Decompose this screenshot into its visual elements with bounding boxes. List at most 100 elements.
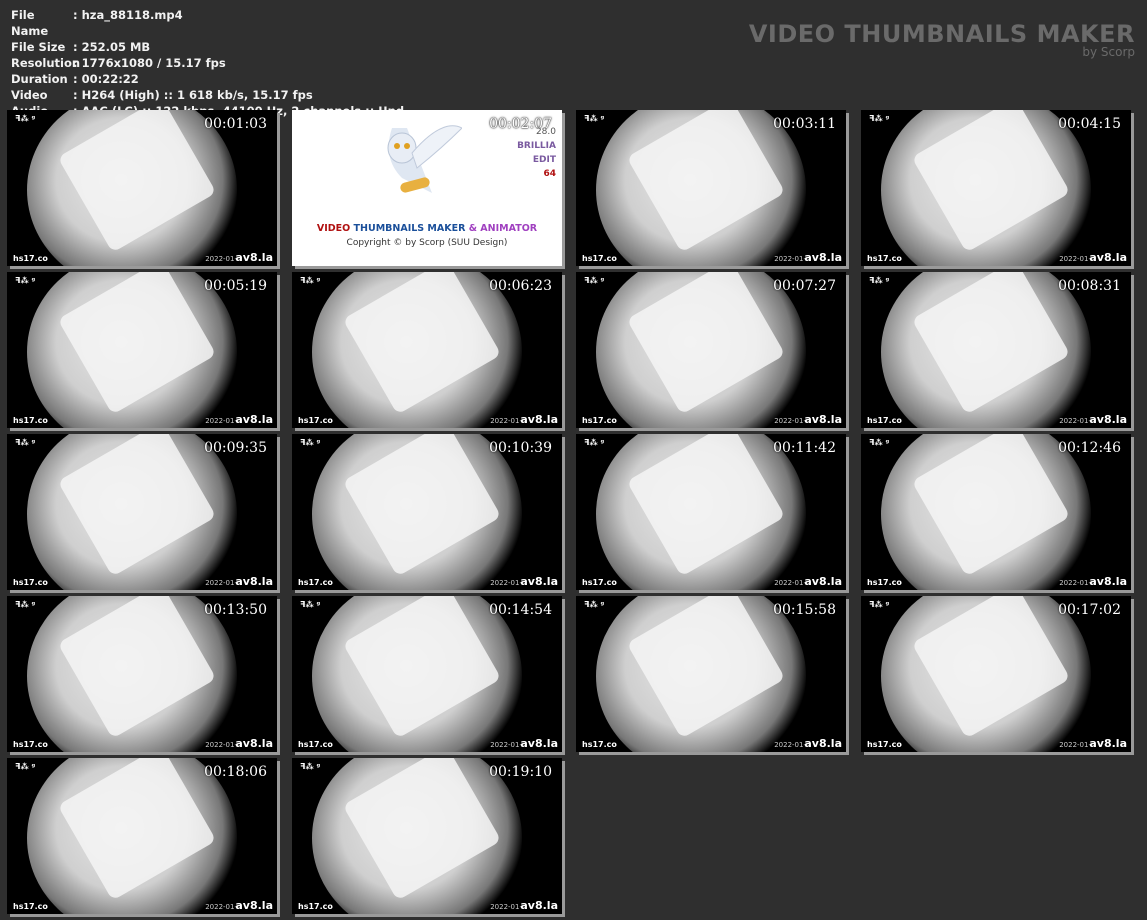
date-overlay: 2022-01- <box>1059 255 1091 263</box>
info-label: File Name <box>11 8 49 38</box>
product-name: VIDEO THUMBNAILS MAKER & ANIMATOR <box>316 223 538 234</box>
watermark-right: av8.la <box>804 251 842 264</box>
watermark-right: av8.la <box>235 737 273 750</box>
edition-text-2: EDIT <box>532 155 556 165</box>
timestamp: 00:17:02 <box>1058 602 1121 618</box>
channel-logo: ꟻ⁂ ᵍ <box>15 276 36 285</box>
watermark-left: hs17.co <box>867 578 902 587</box>
watermark-left: hs17.co <box>13 902 48 911</box>
channel-logo: ꟻ⁂ ᵍ <box>15 438 36 447</box>
edition-info: 28.0 BRILLIA EDIT 64 <box>517 125 556 181</box>
date-overlay: 2022-01- <box>774 417 806 425</box>
watermark-left: hs17.co <box>867 254 902 263</box>
watermark-left: hs17.co <box>298 416 333 425</box>
watermark-right: av8.la <box>804 413 842 426</box>
timestamp: 00:04:15 <box>1058 116 1121 132</box>
video-thumbnail: ꟻ⁂ ᵍ 00:05:19 hs17.co 2022-01- av8.la <box>7 272 277 428</box>
timestamp: 00:13:50 <box>204 602 267 618</box>
date-overlay: 2022-01- <box>205 255 237 263</box>
watermark-left: hs17.co <box>582 578 617 587</box>
timestamp: 00:18:06 <box>204 764 267 780</box>
channel-logo: ꟻ⁂ ᵍ <box>869 438 890 447</box>
video-thumbnail: ꟻ⁂ ᵍ 00:09:35 hs17.co 2022-01- av8.la <box>7 434 277 590</box>
info-label: Duration <box>11 72 68 86</box>
watermark-right: av8.la <box>520 899 558 912</box>
video-thumbnail: ꟻ⁂ ᵍ 00:18:06 hs17.co 2022-01- av8.la <box>7 758 277 914</box>
info-value: : 00:22:22 <box>73 72 139 86</box>
video-thumbnail: ꟻ⁂ ᵍ 00:08:31 hs17.co 2022-01- av8.la <box>861 272 1131 428</box>
date-overlay: 2022-01- <box>1059 417 1091 425</box>
info-row: Duration : 00:22:22 <box>11 71 404 87</box>
date-overlay: 2022-01- <box>490 417 522 425</box>
info-value: : H264 (High) :: 1 618 kb/s, 15.17 fps <box>73 88 313 102</box>
date-overlay: 2022-01- <box>774 741 806 749</box>
video-thumbnail: ꟻ⁂ ᵍ 00:11:42 hs17.co 2022-01- av8.la <box>576 434 846 590</box>
owl-logo-icon <box>387 125 462 193</box>
watermark-left: hs17.co <box>13 578 48 587</box>
timestamp: 00:05:19 <box>204 278 267 294</box>
watermark-left: hs17.co <box>298 578 333 587</box>
watermark-right: av8.la <box>520 737 558 750</box>
video-thumbnail: ꟻ⁂ ᵍ 00:13:50 hs17.co 2022-01- av8.la <box>7 596 277 752</box>
timestamp: 00:09:35 <box>204 440 267 456</box>
watermark-right: av8.la <box>1089 413 1127 426</box>
info-row: File Size: 252.05 MB <box>11 39 404 55</box>
watermark-right: av8.la <box>235 413 273 426</box>
watermark-right: av8.la <box>1089 737 1127 750</box>
channel-logo: ꟻ⁂ ᵍ <box>300 438 321 447</box>
video-thumbnail: ꟻ⁂ ᵍ 00:07:27 hs17.co 2022-01- av8.la <box>576 272 846 428</box>
video-thumbnail: ꟻ⁂ ᵍ 00:03:11 hs17.co 2022-01- av8.la <box>576 110 846 266</box>
date-overlay: 2022-01- <box>205 579 237 587</box>
channel-logo: ꟻ⁂ ᵍ <box>584 276 605 285</box>
video-thumbnail: ꟻ⁂ ᵍ 00:15:58 hs17.co 2022-01- av8.la <box>576 596 846 752</box>
info-label: Video <box>11 88 48 102</box>
watermark-left: hs17.co <box>298 902 333 911</box>
timestamp: 00:03:11 <box>773 116 836 132</box>
timestamp: 00:12:46 <box>1058 440 1121 456</box>
timestamp: 00:08:31 <box>1058 278 1121 294</box>
info-value: : 1776x1080 / 15.17 fps <box>73 56 226 70</box>
timestamp: 00:19:10 <box>489 764 552 780</box>
channel-logo: ꟻ⁂ ᵍ <box>300 276 321 285</box>
watermark-right: av8.la <box>804 737 842 750</box>
timestamp: 00:11:42 <box>773 440 836 456</box>
watermark-right: av8.la <box>1089 575 1127 588</box>
date-overlay: 2022-01- <box>205 417 237 425</box>
brand-title: VIDEO THUMBNAILS MAKER <box>748 20 1135 48</box>
timestamp: 00:07:27 <box>773 278 836 294</box>
watermark-left: hs17.co <box>298 740 333 749</box>
bits-text: 64 <box>543 169 556 179</box>
watermark-right: av8.la <box>235 251 273 264</box>
video-thumbnail: ꟻ⁂ ᵍ 00:17:02 hs17.co 2022-01- av8.la <box>861 596 1131 752</box>
watermark-right: av8.la <box>520 413 558 426</box>
channel-logo: ꟻ⁂ ᵍ <box>584 600 605 609</box>
video-thumbnail: ꟻ⁂ ᵍ 00:19:10 hs17.co 2022-01- av8.la <box>292 758 562 914</box>
channel-logo: ꟻ⁂ ᵍ <box>300 600 321 609</box>
watermark-left: hs17.co <box>13 416 48 425</box>
video-thumbnail: ꟻ⁂ ᵍ 00:12:46 hs17.co 2022-01- av8.la <box>861 434 1131 590</box>
watermark-left: hs17.co <box>582 740 617 749</box>
channel-logo: ꟻ⁂ ᵍ <box>869 114 890 123</box>
channel-logo: ꟻ⁂ ᵍ <box>300 762 321 771</box>
copyright: Copyright © by Scorp (SUU Design) <box>346 238 508 248</box>
channel-logo: ꟻ⁂ ᵍ <box>869 600 890 609</box>
watermark-left: hs17.co <box>582 416 617 425</box>
info-label: File Size <box>11 40 66 54</box>
info-row: Resolution: 1776x1080 / 15.17 fps <box>11 55 404 71</box>
timestamp: 00:01:03 <box>204 116 267 132</box>
timestamp: 00:15:58 <box>773 602 836 618</box>
watermark-left: hs17.co <box>13 254 48 263</box>
channel-logo: ꟻ⁂ ᵍ <box>869 276 890 285</box>
file-info: File Name: hza_88118.mp4 File Size: 252.0… <box>11 7 404 119</box>
watermark-right: av8.la <box>235 899 273 912</box>
timestamp: 00:06:23 <box>489 278 552 294</box>
info-label: Resolution <box>11 56 81 70</box>
timestamp: 00:14:54 <box>489 602 552 618</box>
channel-logo: ꟻ⁂ ᵍ <box>15 114 36 123</box>
video-thumbnail: ꟻ⁂ ᵍ 00:10:39 hs17.co 2022-01- av8.la <box>292 434 562 590</box>
timestamp: 00:10:39 <box>489 440 552 456</box>
info-row: File Name: hza_88118.mp4 <box>11 7 404 39</box>
date-overlay: 2022-01- <box>774 255 806 263</box>
watermark-left: hs17.co <box>867 416 902 425</box>
video-thumbnail: ꟻ⁂ ᵍ 00:14:54 hs17.co 2022-01- av8.la <box>292 596 562 752</box>
